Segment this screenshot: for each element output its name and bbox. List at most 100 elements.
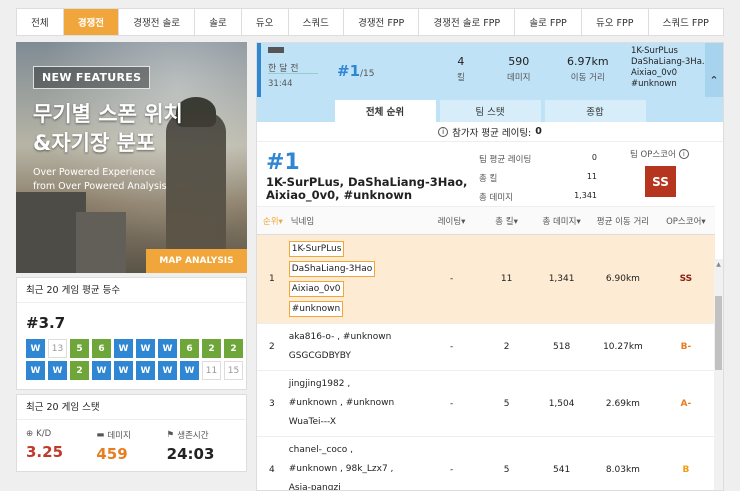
column-header[interactable]: 총 킬▾: [479, 206, 535, 235]
match-summary-row[interactable]: 한 달 전 31:44 #1/15 4킬 590 데미지 6.97km 이동 거리 …: [257, 43, 723, 97]
team-damage-value: 1,341: [574, 191, 597, 200]
info-icon[interactable]: i: [438, 126, 449, 137]
left-column: NEW FEATURES 무기별 스폰 위치 &자기장 분포 Over Powe…: [16, 42, 247, 472]
banner-title: 무기별 스폰 위치 &자기장 분포: [33, 102, 183, 155]
crosshair-icon: ⊕: [26, 429, 34, 439]
banner-badge: NEW FEATURES: [33, 66, 151, 89]
result-cell: 6: [92, 339, 111, 358]
tab-10[interactable]: 스쿼드 FPP: [649, 9, 723, 35]
tab-3[interactable]: 솔로: [195, 9, 242, 35]
player-name[interactable]: #unknown: [288, 301, 344, 317]
promo-banner[interactable]: NEW FEATURES 무기별 스폰 위치 &자기장 분포 Over Powe…: [16, 42, 247, 273]
result-cell: W: [114, 339, 133, 358]
cell-rating: -: [424, 370, 480, 437]
recent-stats-title: 최근 20 게임 스탯: [17, 395, 246, 420]
team-damage-label: 총 데미지: [479, 193, 513, 203]
player-name[interactable]: #unknown , 98k_Lzx7 ,: [289, 460, 424, 479]
cell-op: B: [656, 436, 715, 490]
player-names: chanel-_coco , #unknown , 98k_Lzx7 , Asia-…: [288, 436, 425, 490]
tab-2[interactable]: 경쟁전 솔로: [119, 9, 196, 35]
team-rating-value: 0: [591, 153, 597, 162]
winner-block: #1 1K-SurPLus, DaShaLiang-3Hao, Aixiao_0v…: [257, 142, 723, 206]
result-cell: W: [26, 339, 45, 358]
result-cell: W: [180, 361, 199, 380]
cell-dmg: 1,341: [534, 234, 590, 324]
tab-7[interactable]: 경쟁전 솔로 FPP: [419, 9, 516, 35]
player-name[interactable]: Aixiao_0v0: [288, 281, 344, 297]
player-name[interactable]: #unknown , #unknown: [289, 394, 424, 413]
cell-kills: 5: [479, 370, 535, 437]
result-cell: 15: [224, 361, 243, 380]
player-name[interactable]: GSGCGDBYBY: [289, 347, 424, 366]
cell-rating: -: [424, 234, 480, 324]
avg-rank-value: #3.7: [26, 314, 66, 332]
result-cell: 6: [180, 339, 199, 358]
match-placement: #1/15: [337, 62, 375, 80]
map-analysis-button[interactable]: MAP ANALYSIS: [146, 249, 247, 273]
table-row[interactable]: 4 chanel-_coco , #unknown , 98k_Lzx7 , Asia…: [257, 436, 715, 490]
tab-8[interactable]: 솔로 FPP: [515, 9, 582, 35]
player-names: aka816-o- , #unknown GSGCGDBYBY: [288, 323, 425, 371]
op-score-badge: SS: [645, 166, 676, 197]
cell-op: A-: [656, 370, 715, 437]
result-cell: 13: [48, 339, 67, 358]
tab-0[interactable]: 전체: [17, 9, 64, 35]
tab-5[interactable]: 스쿼드: [289, 9, 344, 35]
result-cell: W: [114, 361, 133, 380]
cell-dist: 10.27km: [589, 323, 657, 371]
cell-rank: 3: [257, 370, 289, 437]
cell-dist: 2.69km: [589, 370, 657, 437]
result-cell: W: [158, 339, 177, 358]
recent-results-grid: W 13 5 6 W W W 6 2 2 W W 2 W W W W W 11 15: [17, 339, 246, 389]
banner-subtitle: Over Powered Experience from Over Powere…: [33, 167, 167, 192]
match-kills: 4킬: [457, 55, 465, 83]
player-name[interactable]: 1K-SurPLus: [288, 241, 345, 257]
avg-rank-card: 최근 20 게임 평균 등수 #3.7 W 13 5 6 W W W 6 2 2 W W 2 W W W W W 1…: [16, 277, 247, 390]
player-name[interactable]: Asia-pangzi: [289, 479, 424, 490]
chevron-up-icon[interactable]: ⌃: [705, 43, 723, 97]
player-names: jingjing1982 , #unknown , #unknown WuaTei-…: [288, 370, 425, 437]
tab-1[interactable]: 경쟁전: [63, 9, 120, 35]
column-header[interactable]: 총 데미지▾: [534, 206, 590, 235]
match-team: 1K-SurPLus DaShaLiang-3Ha... Aixiao_0v0 #un…: [631, 46, 711, 89]
winner-names: 1K-SurPLus, DaShaLiang-3Hao, Aixiao_0v0, …: [266, 175, 468, 202]
player-name[interactable]: jingjing1982 ,: [289, 375, 424, 394]
survival-stat: ⚑ 생존시간 24:03: [166, 430, 215, 463]
avg-rank-title: 최근 20 게임 평균 등수: [17, 278, 246, 303]
column-header[interactable]: OP스코어▾: [656, 206, 715, 235]
info-icon[interactable]: i: [678, 149, 689, 159]
gun-icon: [268, 47, 284, 53]
player-name[interactable]: DaShaLiang-3Hao: [288, 261, 376, 277]
match-panel: 한 달 전 31:44 #1/15 4킬 590 데미지 6.97km 이동 거리 …: [256, 42, 724, 491]
column-header[interactable]: 레이팅▾: [424, 206, 480, 235]
cell-dist: 6.90km: [589, 234, 657, 324]
result-cell: 2: [224, 339, 243, 358]
column-header[interactable]: 순위▾: [257, 206, 289, 235]
player-name[interactable]: chanel-_coco ,: [289, 441, 424, 460]
tab-6[interactable]: 경쟁전 FPP: [344, 9, 420, 35]
cell-dmg: 541: [534, 436, 590, 490]
cell-op: B-: [656, 323, 715, 371]
player-name[interactable]: WuaTei---X: [289, 413, 424, 432]
scrollbar[interactable]: ▲: [714, 259, 723, 490]
match-distance: 6.97km 이동 거리: [567, 55, 609, 83]
cell-rank: 4: [257, 436, 289, 490]
tab-4[interactable]: 듀오: [242, 9, 289, 35]
team-kills-label: 총 킬: [479, 174, 498, 184]
match-duration: 31:44: [268, 79, 293, 89]
player-name[interactable]: aka816-o- , #unknown: [289, 328, 424, 347]
table-row[interactable]: 2 aka816-o- , #unknown GSGCGDBYBY -2 518 10.2…: [257, 323, 715, 371]
table-row[interactable]: 1 1K-SurPLus DaShaLiang-3Hao Aixiao_0v0 #unk…: [257, 234, 715, 324]
cell-dist: 8.03km: [589, 436, 657, 490]
cell-rating: -: [424, 436, 480, 490]
tab-summary[interactable]: 종합: [544, 100, 646, 122]
result-cell: W: [136, 361, 155, 380]
tab-overall-rank[interactable]: 전체 순위: [334, 100, 436, 122]
mode-tabs: 전체 경쟁전 경쟁전 솔로 솔로 듀오 스쿼드 경쟁전 FPP 경쟁전 솔로 FPP 솔로 FP…: [16, 8, 724, 36]
cell-kills: 5: [479, 436, 535, 490]
column-header[interactable]: 닉네임: [288, 206, 425, 235]
tab-9[interactable]: 듀오 FPP: [582, 9, 649, 35]
table-row[interactable]: 3 jingjing1982 , #unknown , #unknown WuaTei…: [257, 370, 715, 437]
column-header[interactable]: 평균 이동 거리: [589, 206, 657, 235]
tab-team-stats[interactable]: 팀 스탯: [439, 100, 541, 122]
